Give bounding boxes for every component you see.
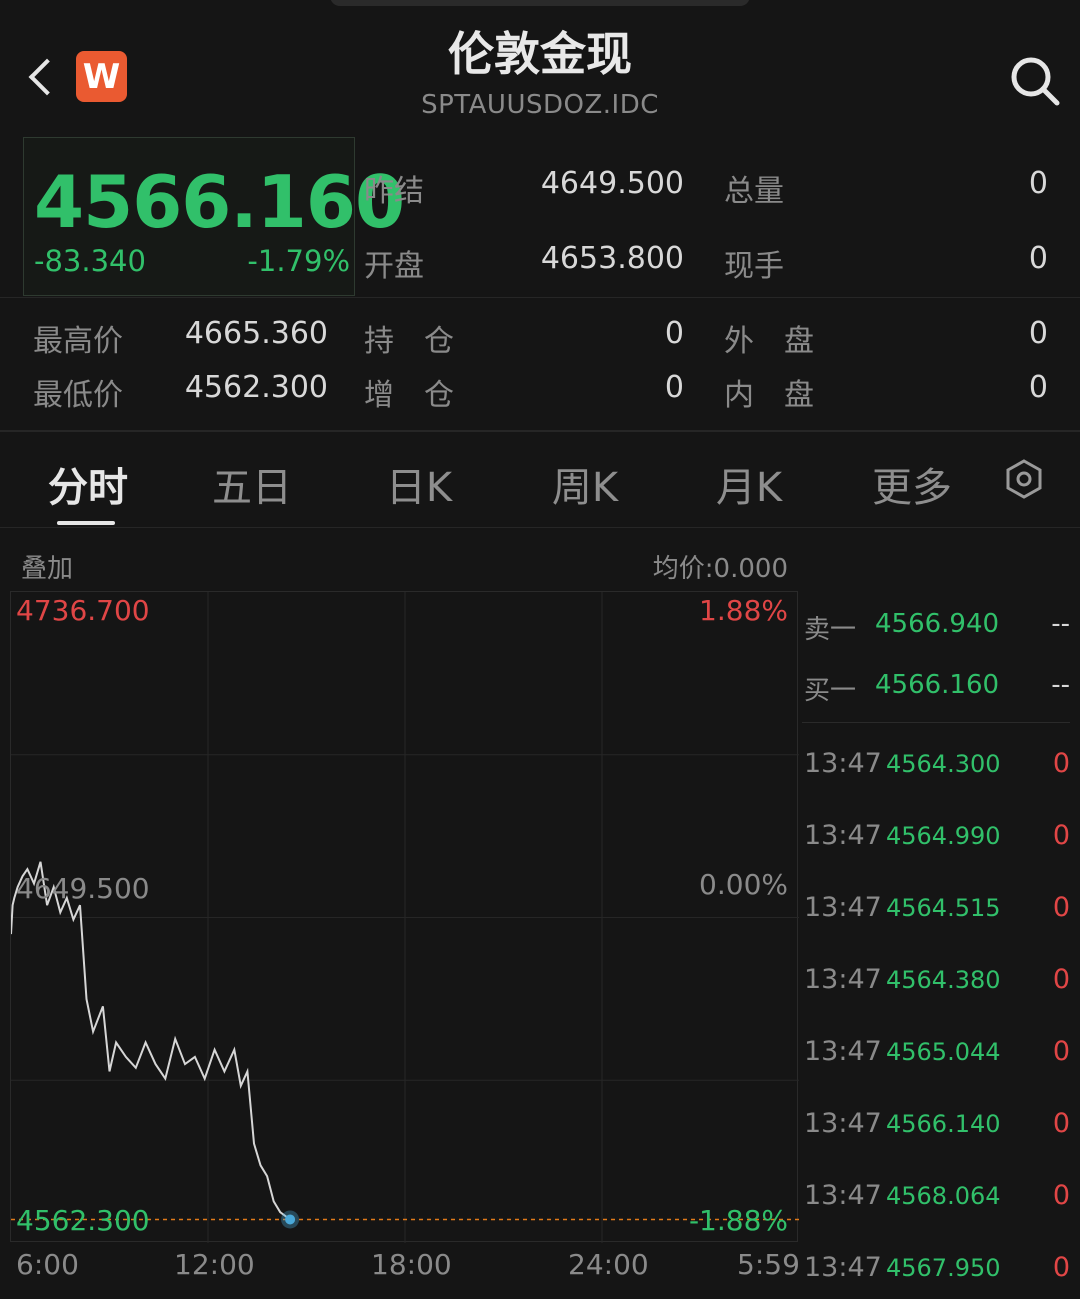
trade-time: 13:47 [804, 820, 882, 851]
high-label: 最高价 [33, 324, 123, 359]
open-label: 开盘 [364, 249, 424, 284]
last-point-marker [285, 1214, 296, 1225]
trade-price: 4564.515 [886, 894, 1001, 922]
inner-label: 内 盘 [724, 378, 814, 413]
trade-volume: 0 [1052, 820, 1070, 851]
trade-time: 13:47 [804, 748, 882, 779]
pct-min-label: -1.88% [688, 1204, 788, 1237]
inner-value: 0 [1028, 370, 1048, 405]
tab-five-day[interactable]: 五日 [208, 455, 296, 513]
low-value: 4562.300 [184, 370, 328, 405]
current-volume-value: 0 [1028, 241, 1048, 276]
settings-hexagon-icon[interactable] [1003, 458, 1045, 500]
page-title: 伦敦金现 [448, 27, 632, 81]
search-icon[interactable] [1006, 52, 1062, 108]
tab-daily-k[interactable]: 日K [374, 455, 464, 513]
tab-more[interactable]: 更多 [866, 455, 958, 513]
ask-label: 卖一 [804, 615, 857, 645]
trade-price: 4565.044 [886, 1038, 1001, 1066]
pct-max-label: 1.88% [699, 594, 788, 627]
y-mid-label: 4649.500 [16, 872, 150, 905]
trade-volume: 0 [1052, 1180, 1070, 1211]
symbol-code: SPTAUUSDOZ.IDC [421, 90, 659, 120]
chart-svg [10, 592, 799, 1243]
trade-time: 13:47 [804, 1108, 882, 1139]
camera-notch [330, 0, 750, 6]
bid-price: 4566.160 [875, 670, 1000, 700]
prev-settle-value: 4649.500 [540, 166, 684, 201]
oi-change-value: 0 [664, 370, 684, 405]
trade-time: 13:47 [804, 1036, 882, 1067]
outer-value: 0 [1028, 316, 1048, 351]
tab-weekly-k[interactable]: 周K [540, 455, 630, 513]
trade-time: 13:47 [804, 1252, 882, 1283]
x-tick-label: 18:00 [371, 1248, 452, 1281]
trade-time: 13:47 [804, 892, 882, 923]
low-label: 最低价 [33, 378, 123, 413]
open-value: 4653.800 [540, 241, 684, 276]
total-volume-label: 总量 [724, 174, 784, 209]
ask-volume: -- [1051, 609, 1070, 639]
tab-intraday[interactable]: 分时 [44, 455, 132, 513]
prev-settle-label: 昨结 [364, 174, 424, 209]
trade-volume: 0 [1052, 748, 1070, 779]
high-value: 4665.360 [184, 316, 328, 351]
bid-label: 买一 [804, 676, 857, 706]
open-interest-value: 0 [664, 316, 684, 351]
last-price: 4566.160 [34, 160, 405, 244]
total-volume-value: 0 [1028, 166, 1048, 201]
trade-price: 4566.140 [886, 1110, 1001, 1138]
ask-price: 4566.940 [875, 609, 1000, 639]
divider [0, 527, 1080, 528]
divider [0, 430, 1080, 432]
tab-monthly-k[interactable]: 月K [704, 455, 794, 513]
trade-volume: 0 [1052, 1036, 1070, 1067]
price-line [10, 861, 291, 1221]
overlay-button[interactable]: 叠加 [21, 548, 73, 585]
y-min-label: 4562.300 [16, 1204, 150, 1237]
active-tab-indicator [57, 521, 115, 525]
price-change: -83.340 [34, 244, 146, 278]
trade-price: 4568.064 [886, 1182, 1001, 1210]
x-tick-label: 5:59 [737, 1248, 800, 1281]
trade-time: 13:47 [804, 1180, 882, 1211]
trade-volume: 0 [1052, 1252, 1070, 1283]
trade-time: 13:47 [804, 964, 882, 995]
pct-mid-label: 0.00% [699, 868, 788, 901]
x-tick-label: 6:00 [16, 1248, 79, 1281]
outer-label: 外 盘 [724, 324, 814, 359]
trade-volume: 0 [1052, 892, 1070, 923]
intraday-chart[interactable] [10, 591, 799, 1243]
trade-price: 4564.300 [886, 750, 1001, 778]
price-box: 4566.160 -83.340 -1.79% [23, 137, 405, 296]
trade-price: 4564.990 [886, 822, 1001, 850]
trade-volume: 0 [1052, 1108, 1070, 1139]
divider [802, 722, 1070, 723]
average-price-label: 均价:0.000 [652, 554, 788, 584]
divider [0, 297, 1080, 298]
y-max-label: 4736.700 [16, 594, 150, 627]
x-tick-label: 24:00 [568, 1248, 649, 1281]
trade-volume: 0 [1052, 964, 1070, 995]
bid-volume: -- [1051, 670, 1070, 700]
price-change-pct: -1.79% [247, 244, 350, 278]
oi-change-label: 增 仓 [364, 378, 454, 413]
open-interest-label: 持 仓 [364, 324, 454, 359]
trade-price: 4564.380 [886, 966, 1001, 994]
x-tick-label: 12:00 [174, 1248, 255, 1281]
current-volume-label: 现手 [724, 249, 784, 284]
trade-price: 4567.950 [886, 1254, 1001, 1282]
